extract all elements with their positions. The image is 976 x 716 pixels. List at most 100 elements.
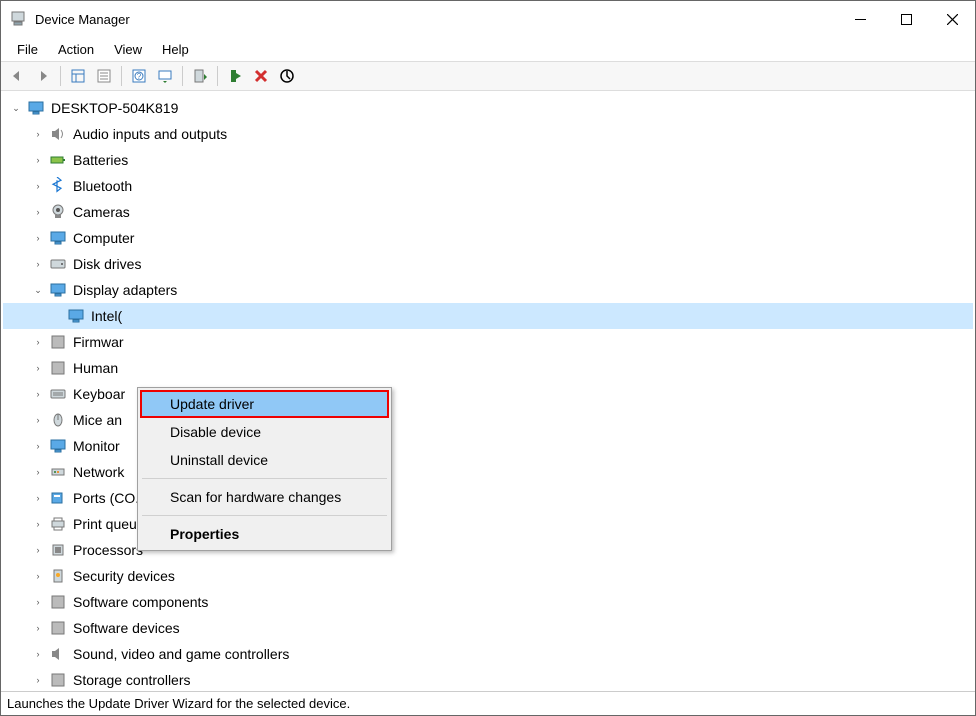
expand-icon[interactable]: › (31, 467, 45, 477)
app-icon (9, 10, 27, 28)
expand-icon[interactable]: › (31, 259, 45, 269)
forward-button[interactable] (31, 64, 55, 88)
tree-item-label: Intel( (91, 308, 122, 324)
uninstall-device-button[interactable] (249, 64, 273, 88)
bluetooth-icon (49, 177, 67, 195)
enable-device-button[interactable] (223, 64, 247, 88)
collapse-icon[interactable]: ⌄ (9, 103, 23, 114)
context-update-driver[interactable]: Update driver (140, 390, 389, 418)
expand-icon[interactable]: › (31, 571, 45, 581)
tree-item[interactable]: ›Bluetooth (3, 173, 973, 199)
processor-icon (49, 541, 67, 559)
expand-icon[interactable]: › (31, 493, 45, 503)
collapse-icon[interactable]: ⌄ (31, 285, 45, 296)
expand-icon[interactable]: › (31, 649, 45, 659)
expand-icon[interactable]: › (31, 675, 45, 685)
tree-item-label: Human (73, 360, 118, 376)
tree-item[interactable]: ⌄ Display adapters (3, 277, 973, 303)
show-hide-tree-button[interactable] (66, 64, 90, 88)
status-text: Launches the Update Driver Wizard for th… (7, 696, 350, 711)
menu-action[interactable]: Action (48, 40, 104, 59)
expand-icon[interactable]: › (31, 545, 45, 555)
tree-item-label: Audio inputs and outputs (73, 126, 227, 142)
expand-icon[interactable]: › (31, 129, 45, 139)
svg-text:?: ? (137, 72, 142, 81)
expand-icon[interactable]: › (31, 623, 45, 633)
tree-item-label: Processors (73, 542, 143, 558)
tree-item[interactable]: › Security devices (3, 563, 973, 589)
minimize-button[interactable] (837, 4, 883, 34)
back-button[interactable] (5, 64, 29, 88)
camera-icon (49, 203, 67, 221)
expand-icon[interactable]: › (31, 415, 45, 425)
tree-item[interactable]: › Software components (3, 589, 973, 615)
context-scan-hardware[interactable]: Scan for hardware changes (140, 483, 389, 511)
tree-item-label: Ports (CO... (73, 490, 147, 506)
tree-item[interactable]: ›Computer (3, 225, 973, 251)
scan-hardware-button[interactable] (153, 64, 177, 88)
tree-item-label: Display adapters (73, 282, 177, 298)
display-adapter-icon (49, 281, 67, 299)
expand-icon[interactable]: › (31, 441, 45, 451)
disk-icon (49, 255, 67, 273)
tree-item-label: Keyboar (73, 386, 125, 402)
keyboard-icon (49, 385, 67, 403)
properties-button[interactable] (92, 64, 116, 88)
printer-icon (49, 515, 67, 533)
tree-root-label: DESKTOP-504K819 (51, 100, 178, 116)
expand-icon[interactable]: › (31, 363, 45, 373)
context-uninstall-device[interactable]: Uninstall device (140, 446, 389, 474)
tree-item[interactable]: ›Sound, video and game controllers (3, 641, 973, 667)
toolbar-separator (217, 66, 218, 86)
context-properties[interactable]: Properties (140, 520, 389, 548)
tree-item-label: Monitor (73, 438, 120, 454)
expand-icon[interactable]: › (31, 597, 45, 607)
tree-item[interactable]: ›Storage controllers (3, 667, 973, 691)
sound-icon (49, 645, 67, 663)
tree-item[interactable]: ›Cameras (3, 199, 973, 225)
menu-help[interactable]: Help (152, 40, 199, 59)
tree-root[interactable]: ⌄ DESKTOP-504K819 (3, 95, 973, 121)
close-button[interactable] (929, 4, 975, 34)
tree-item[interactable]: ›Firmwar (3, 329, 973, 355)
context-disable-device[interactable]: Disable device (140, 418, 389, 446)
tree-item[interactable]: › Software devices (3, 615, 973, 641)
tree-item-label: Software devices (73, 620, 180, 636)
toolbar-separator (182, 66, 183, 86)
disable-device-button[interactable] (275, 64, 299, 88)
expand-icon[interactable]: › (31, 207, 45, 217)
status-bar: Launches the Update Driver Wizard for th… (1, 691, 975, 715)
toolbar-separator (60, 66, 61, 86)
context-separator (142, 515, 387, 516)
title-bar: Device Manager (1, 1, 975, 37)
tree-item[interactable]: ›Batteries (3, 147, 973, 173)
tree-item-label: Security devices (73, 568, 175, 584)
battery-icon (49, 151, 67, 169)
expand-icon[interactable]: › (31, 389, 45, 399)
toolbar: ? (1, 61, 975, 91)
tree-item[interactable]: › Audio inputs and outputs (3, 121, 973, 147)
tree-item[interactable]: › Human (3, 355, 973, 381)
tree-item-label: Software components (73, 594, 208, 610)
maximize-button[interactable] (883, 4, 929, 34)
expand-icon[interactable]: › (31, 233, 45, 243)
expand-icon[interactable]: › (31, 519, 45, 529)
expand-icon[interactable]: › (31, 337, 45, 347)
tree-item[interactable]: › Disk drives (3, 251, 973, 277)
window: Device Manager File Action View Help ? (0, 0, 976, 716)
software-device-icon (49, 619, 67, 637)
update-driver-button[interactable] (188, 64, 212, 88)
expand-icon[interactable]: › (31, 155, 45, 165)
menu-view[interactable]: View (104, 40, 152, 59)
monitor-icon (49, 437, 67, 455)
expand-icon[interactable]: › (31, 181, 45, 191)
help-button[interactable]: ? (127, 64, 151, 88)
menu-file[interactable]: File (7, 40, 48, 59)
tree-item-label: Mice an (73, 412, 122, 428)
tree-item-label: Disk drives (73, 256, 141, 272)
storage-controller-icon (49, 671, 67, 689)
tree-item-selected[interactable]: Intel( (3, 303, 973, 329)
tree-view[interactable]: ⌄ DESKTOP-504K819 › Audio inputs and outp… (1, 91, 975, 691)
window-title: Device Manager (35, 12, 130, 27)
software-component-icon (49, 593, 67, 611)
